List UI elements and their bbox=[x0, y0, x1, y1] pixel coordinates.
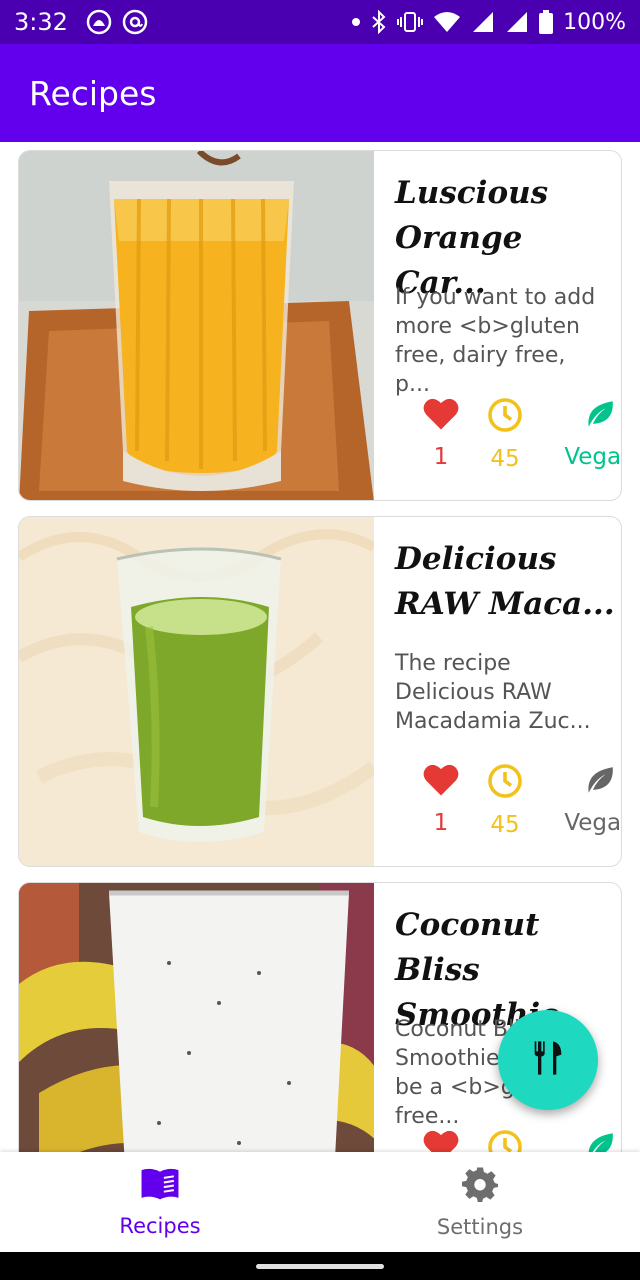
recipe-image bbox=[19, 151, 374, 500]
time-stat bbox=[469, 1129, 541, 1152]
time-minutes: 45 bbox=[490, 446, 520, 472]
nav-settings[interactable]: Settings bbox=[320, 1152, 640, 1252]
app-notification-icon bbox=[86, 9, 112, 35]
page-title: Recipes bbox=[29, 73, 157, 113]
vegan-label: Vegan bbox=[564, 810, 622, 836]
wifi-icon bbox=[433, 11, 461, 33]
nav-recipes[interactable]: Recipes bbox=[0, 1152, 320, 1252]
recipe-description: If you want to add more <b>gluten free, … bbox=[395, 285, 596, 397]
recipe-card[interactable]: Luscious Orange Car... If you want to ad… bbox=[18, 150, 622, 501]
leaf-icon bbox=[583, 397, 617, 436]
likes-stat: 1 bbox=[405, 397, 477, 470]
recipe-list[interactable]: Luscious Orange Car... If you want to ad… bbox=[0, 142, 640, 1152]
status-time: 3:32 bbox=[14, 8, 68, 36]
nav-label: Recipes bbox=[119, 1213, 201, 1238]
signal-icon bbox=[471, 11, 495, 33]
book-icon bbox=[140, 1167, 180, 1206]
home-gesture-handle[interactable] bbox=[256, 1263, 384, 1269]
leaf-icon bbox=[583, 763, 617, 802]
signal-icon bbox=[505, 11, 529, 33]
likes-stat bbox=[405, 1129, 477, 1152]
time-stat: 45 bbox=[469, 763, 541, 838]
at-sign-icon bbox=[122, 9, 148, 35]
dot-icon bbox=[351, 17, 361, 27]
system-navigation-bar bbox=[0, 1252, 640, 1280]
recipe-description: The recipe Delicious RAW Macadamia Zuc..… bbox=[395, 651, 591, 734]
gear-icon bbox=[462, 1166, 498, 1207]
likes-count: 1 bbox=[433, 810, 449, 836]
heart-icon bbox=[422, 763, 460, 802]
recipe-card[interactable]: Delicious RAW Maca... The recipe Delicio… bbox=[18, 516, 622, 867]
recipe-image bbox=[19, 883, 379, 1152]
recipe-title: Delicious RAW Maca... bbox=[395, 541, 615, 622]
battery-icon bbox=[539, 10, 554, 34]
clock-icon bbox=[487, 763, 523, 804]
vibrate-icon bbox=[397, 11, 424, 33]
add-recipe-fab[interactable] bbox=[498, 1010, 598, 1110]
clock-icon bbox=[487, 397, 523, 438]
heart-icon bbox=[422, 1129, 460, 1152]
bluetooth-icon bbox=[371, 10, 387, 34]
recipe-image bbox=[19, 517, 379, 866]
heart-icon bbox=[422, 397, 460, 436]
vegan-stat bbox=[555, 1129, 621, 1152]
fork-knife-icon bbox=[528, 1038, 568, 1083]
vegan-stat: Vegan bbox=[555, 763, 622, 836]
app-bar: Recipes bbox=[0, 44, 640, 142]
nav-label: Settings bbox=[436, 1214, 524, 1239]
clock-icon bbox=[487, 1129, 523, 1152]
leaf-icon bbox=[583, 1129, 617, 1152]
time-stat: 45 bbox=[469, 397, 541, 472]
status-bar: 3:32 100% bbox=[0, 0, 640, 44]
battery-percent: 100% bbox=[563, 9, 626, 35]
vegan-label: Vegan bbox=[564, 444, 622, 470]
vegan-stat: Vegan bbox=[555, 397, 622, 470]
likes-stat: 1 bbox=[405, 763, 477, 836]
bottom-navigation: Recipes Settings bbox=[0, 1152, 640, 1252]
time-minutes: 45 bbox=[490, 812, 520, 838]
likes-count: 1 bbox=[433, 444, 449, 470]
